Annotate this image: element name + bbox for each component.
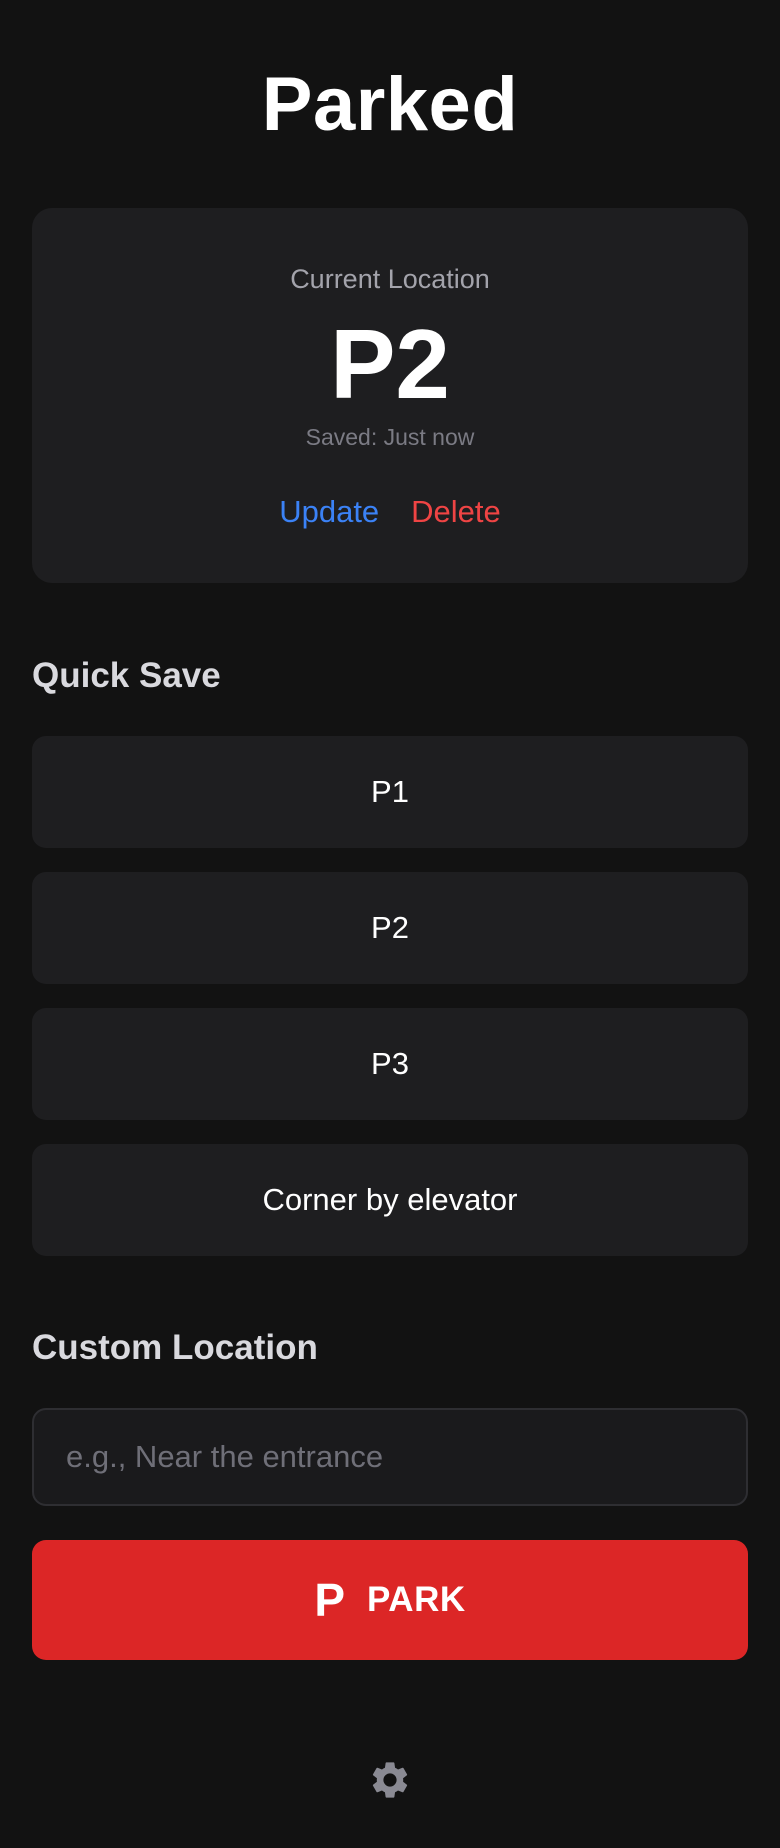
current-location-card: Current Location P2 Saved: Just now Upda…	[32, 208, 748, 583]
park-button[interactable]: P PARK	[32, 1540, 748, 1660]
current-location-value: P2	[330, 309, 450, 419]
page-title: Parked	[261, 62, 519, 147]
saved-timestamp: Saved: Just now	[305, 424, 475, 450]
card-actions: Update Delete	[32, 492, 748, 532]
custom-location-input[interactable]	[32, 1408, 748, 1506]
quick-save-list: P1 P2 P3 Corner by elevator	[32, 736, 748, 1280]
current-location-label: Current Location	[290, 264, 490, 294]
quick-save-option-corner-by-elevator[interactable]: Corner by elevator	[32, 1144, 748, 1256]
app-screen: Parked Current Location P2 Saved: Just n…	[0, 0, 780, 1848]
delete-button[interactable]: Delete	[411, 492, 501, 532]
update-button[interactable]: Update	[279, 492, 379, 532]
park-button-label: PARK	[367, 1580, 466, 1619]
parking-icon: P	[314, 1574, 346, 1626]
quick-save-option-p2[interactable]: P2	[32, 872, 748, 984]
quick-save-option-p1[interactable]: P1	[32, 736, 748, 848]
quick-save-option-p3[interactable]: P3	[32, 1008, 748, 1120]
quick-save-heading: Quick Save	[32, 656, 221, 695]
gear-icon[interactable]	[368, 1758, 412, 1802]
custom-location-heading: Custom Location	[32, 1328, 318, 1367]
